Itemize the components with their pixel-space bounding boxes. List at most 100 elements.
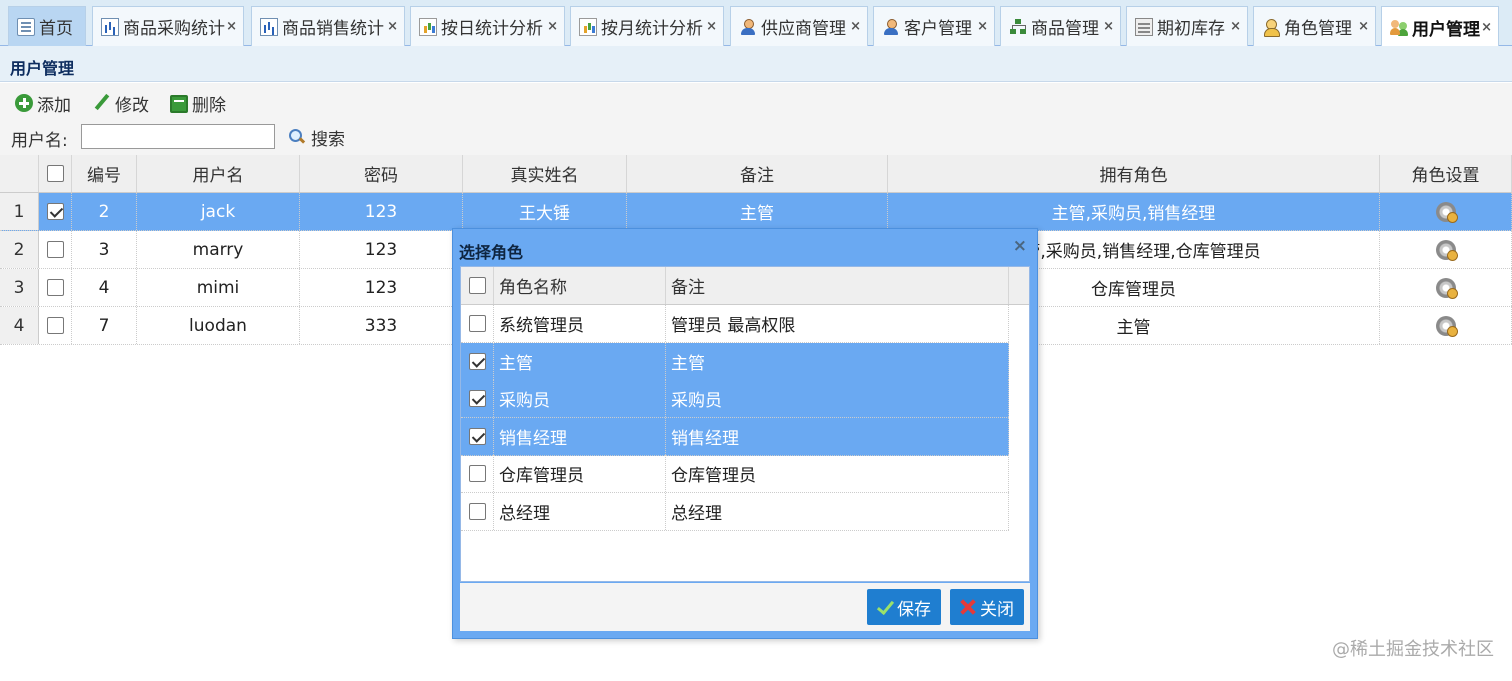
- tab-label: 商品销售统计: [282, 19, 384, 39]
- tab-10[interactable]: 用户管理 ×: [1381, 6, 1499, 47]
- column-header-username[interactable]: 用户名: [137, 155, 300, 192]
- panel-title: 用户管理: [0, 46, 1512, 82]
- tab-close-icon[interactable]: ×: [1481, 20, 1492, 35]
- close-button-label: 关闭: [980, 599, 1014, 620]
- tab-close-icon[interactable]: ×: [226, 19, 237, 34]
- close-button[interactable]: 关闭: [950, 589, 1024, 625]
- role-select-all-cell: [461, 267, 494, 304]
- column-header-password[interactable]: 密码: [300, 155, 463, 192]
- tab-5[interactable]: 供应商管理 ×: [730, 6, 868, 46]
- column-header-role-remark[interactable]: 备注: [666, 267, 1009, 304]
- role-row[interactable]: 总经理 总经理: [461, 492, 1009, 531]
- tab-3[interactable]: 按日统计分析 ×: [410, 6, 565, 46]
- tab-bar: 首页 商品采购统计 × 商品销售统计 × 按日统计分析 × 按月统计分析 × 供应商管理 × 客户管理…: [0, 0, 1512, 47]
- column-header-remark[interactable]: 备注: [627, 155, 888, 192]
- search-icon: [289, 129, 305, 145]
- role-checkbox[interactable]: [468, 315, 486, 332]
- tab-label: 商品采购统计: [123, 19, 225, 39]
- tab-1[interactable]: 商品采购统计 ×: [92, 6, 244, 46]
- tab-2[interactable]: 商品销售统计 ×: [251, 6, 405, 46]
- tab-close-icon[interactable]: ×: [977, 19, 988, 34]
- gear-icon[interactable]: [1435, 315, 1458, 337]
- cell-role-name: 采购员: [494, 380, 666, 417]
- username-search-input[interactable]: [81, 124, 275, 149]
- role-checkbox[interactable]: [468, 390, 486, 407]
- role-row[interactable]: 主管 主管: [461, 342, 1009, 381]
- row-checkbox[interactable]: [46, 279, 64, 296]
- tab-close-icon[interactable]: ×: [706, 19, 717, 34]
- tab-6[interactable]: 客户管理 ×: [873, 6, 995, 46]
- column-header-id[interactable]: 编号: [72, 155, 137, 192]
- minus-icon: [170, 95, 188, 113]
- cell-id: 2: [72, 193, 137, 230]
- gear-icon[interactable]: [1435, 239, 1458, 261]
- save-button-label: 保存: [897, 599, 931, 620]
- tab-7[interactable]: 商品管理 ×: [1000, 6, 1121, 46]
- select-all-checkbox[interactable]: [46, 165, 64, 182]
- tab-label: 客户管理: [904, 19, 972, 39]
- column-header-roles[interactable]: 拥有角色: [888, 155, 1380, 192]
- report-icon: [579, 17, 597, 36]
- row-checkbox[interactable]: [46, 203, 64, 220]
- role-row[interactable]: 销售经理 销售经理: [461, 417, 1009, 456]
- role-checkbox-cell: [461, 417, 494, 455]
- role-checkbox[interactable]: [468, 352, 486, 370]
- table-row[interactable]: 1 2 jack 123 王大锤 主管 主管,采购员,销售经理: [0, 193, 1512, 231]
- close-icon[interactable]: ×: [1013, 236, 1027, 256]
- row-checkbox[interactable]: [46, 317, 64, 334]
- role-checkbox-cell: [461, 492, 494, 530]
- tab-close-icon[interactable]: ×: [850, 19, 861, 34]
- role-grid: 角色名称 备注 系统管理员 管理员 最高权限 主管 主管 采购员 采购员 销售经理 销售经理 仓库管…: [460, 266, 1030, 582]
- checkmark-icon: [875, 598, 893, 616]
- edit-button-label: 修改: [115, 95, 149, 116]
- gear-icon[interactable]: [1435, 277, 1458, 299]
- cell-role-name: 销售经理: [494, 417, 666, 455]
- column-header-role-name[interactable]: 角色名称: [494, 267, 666, 304]
- row-checkbox[interactable]: [46, 241, 64, 258]
- cell-role-setting: [1380, 307, 1512, 344]
- toolbar: 添加 修改 删除 用户名: 搜索: [0, 83, 1512, 155]
- tab-close-icon[interactable]: ×: [1103, 19, 1114, 34]
- role-checkbox[interactable]: [468, 502, 486, 520]
- gear-icon[interactable]: [1435, 201, 1458, 223]
- cell-role-remark: 主管: [666, 342, 1009, 380]
- tab-0[interactable]: 首页: [8, 6, 86, 46]
- role-checkbox[interactable]: [468, 465, 486, 482]
- role-checkbox-cell: [461, 455, 494, 492]
- delete-button[interactable]: 删除: [170, 91, 226, 116]
- save-button[interactable]: 保存: [867, 589, 941, 625]
- cell-role-remark: 总经理: [666, 492, 1009, 530]
- tab-4[interactable]: 按月统计分析 ×: [570, 6, 724, 46]
- cell-role-remark: 仓库管理员: [666, 455, 1009, 492]
- search-button[interactable]: 搜索: [289, 125, 345, 150]
- role-row[interactable]: 仓库管理员 仓库管理员: [461, 455, 1009, 493]
- tab-9[interactable]: 角色管理 ×: [1253, 6, 1376, 46]
- add-icon: [15, 94, 33, 112]
- tab-8[interactable]: 期初库存 ×: [1126, 6, 1248, 46]
- tab-label: 按月统计分析: [601, 19, 703, 39]
- role-checkbox[interactable]: [468, 427, 486, 445]
- role-row[interactable]: 系统管理员 管理员 最高权限: [461, 305, 1009, 343]
- cell-username: luodan: [137, 307, 300, 344]
- role-row[interactable]: 采购员 采购员: [461, 380, 1009, 418]
- tab-close-icon[interactable]: ×: [387, 19, 398, 34]
- tab-label: 角色管理: [1284, 19, 1352, 39]
- cell-remark: 主管: [627, 193, 888, 230]
- tab-close-icon[interactable]: ×: [1358, 19, 1369, 34]
- report-icon: [419, 17, 437, 36]
- cell-username: jack: [137, 193, 300, 230]
- cell-username: mimi: [137, 269, 300, 306]
- row-number: 3: [0, 269, 39, 306]
- tab-close-icon[interactable]: ×: [1230, 19, 1241, 34]
- role-select-all-checkbox[interactable]: [468, 277, 486, 294]
- search-button-label: 搜索: [311, 129, 345, 150]
- edit-button[interactable]: 修改: [93, 91, 149, 116]
- user-icon: [882, 18, 900, 36]
- column-header-realname[interactable]: 真实姓名: [463, 155, 627, 192]
- role-checkbox-cell: [461, 305, 494, 342]
- role-icon: [1262, 18, 1280, 37]
- column-header-role-setting[interactable]: 角色设置: [1380, 155, 1512, 192]
- grid-header: 编号 用户名 密码 真实姓名 备注 拥有角色 角色设置: [0, 155, 1512, 193]
- tab-close-icon[interactable]: ×: [547, 19, 558, 34]
- add-button[interactable]: 添加: [15, 91, 71, 116]
